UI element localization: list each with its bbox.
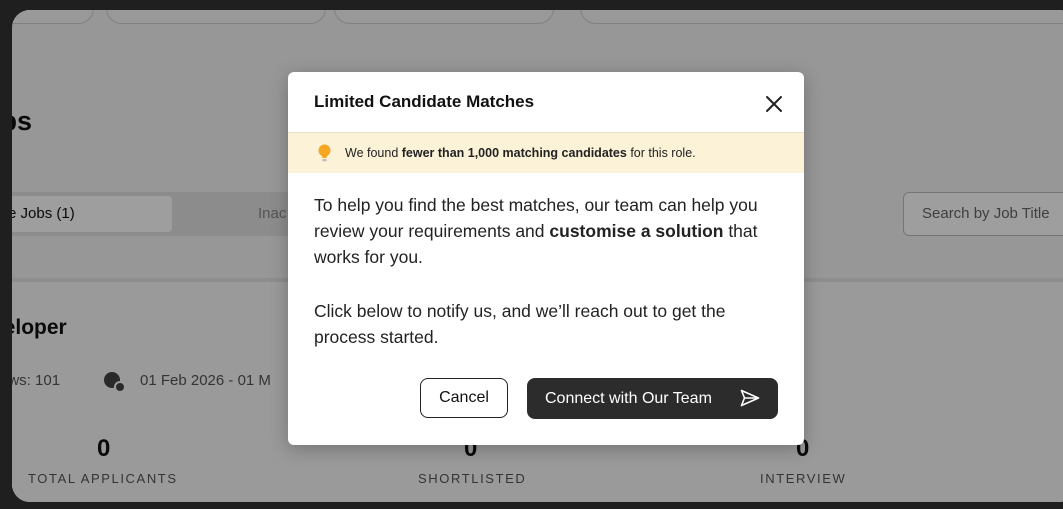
dialog-paragraph-1: To help you find the best matches, our t…: [314, 195, 758, 267]
device-frame: obs e Jobs (1) Inac Search by Job Title …: [0, 0, 1063, 509]
close-icon[interactable]: [764, 94, 784, 114]
dialog-paragraph-2: Click below to notify us, and we’ll reac…: [314, 301, 726, 347]
limited-matches-dialog: Limited Candidate Matches We found fewer…: [288, 72, 804, 445]
info-banner: We found fewer than 1,000 matching candi…: [288, 132, 804, 173]
send-icon: [740, 389, 760, 407]
dialog-title: Limited Candidate Matches: [314, 92, 535, 111]
connect-with-team-button[interactable]: Connect with Our Team: [527, 378, 778, 419]
lightbulb-icon: [318, 144, 331, 162]
banner-text: We found fewer than 1,000 matching candi…: [345, 146, 696, 160]
connect-button-label: Connect with Our Team: [545, 389, 712, 407]
cancel-button[interactable]: Cancel: [420, 378, 508, 418]
